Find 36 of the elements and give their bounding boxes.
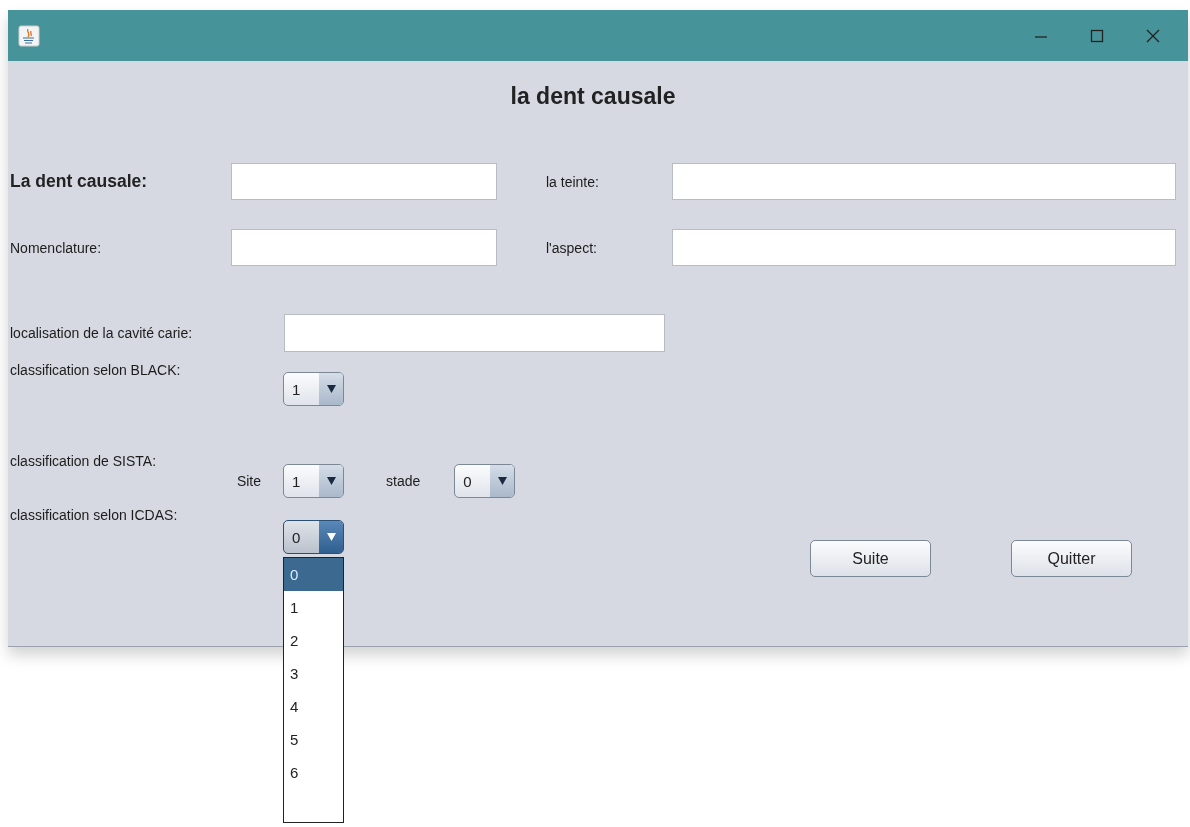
dropdown-option[interactable]: 0 xyxy=(284,558,343,591)
field-label: Nomenclature: xyxy=(10,239,103,256)
field-label: Site xyxy=(235,473,261,489)
text-field[interactable] xyxy=(231,163,497,200)
caret-icon xyxy=(326,385,336,393)
field-label: la teinte: xyxy=(546,173,600,190)
field-label: classification selon ICDAS: xyxy=(10,507,178,523)
field-label: classification selon BLACK: xyxy=(10,361,182,378)
action-button[interactable]: Suite xyxy=(810,540,931,577)
form-title: la dent causale xyxy=(510,82,676,110)
maximize-icon[interactable] xyxy=(1090,28,1104,43)
text-field[interactable] xyxy=(672,163,1176,200)
field-label: La dent causale: xyxy=(10,171,149,192)
dropdown[interactable]: 0 xyxy=(454,464,516,498)
dropdown-option[interactable]: 6 xyxy=(284,756,343,789)
dropdown-option[interactable]: 4 xyxy=(284,690,343,723)
dropdown-option[interactable]: 2 xyxy=(284,624,343,657)
action-button[interactable]: Quitter xyxy=(1011,540,1132,577)
text-field[interactable] xyxy=(672,229,1176,266)
text-field[interactable] xyxy=(284,314,665,352)
dropdown-option[interactable]: 3 xyxy=(284,657,343,690)
field-label: stade xyxy=(386,473,421,489)
caret-icon xyxy=(326,533,336,541)
close-icon[interactable] xyxy=(1146,28,1160,43)
field-label: classification de SISTA: xyxy=(10,453,157,469)
caret-icon xyxy=(326,477,336,485)
field-label: localisation de la cavité carie: xyxy=(10,325,194,341)
caret-icon xyxy=(497,477,507,485)
dropdown[interactable]: 1 xyxy=(283,464,344,498)
app-icon xyxy=(18,24,40,47)
dropdown-option[interactable]: 5 xyxy=(284,723,343,756)
text-field[interactable] xyxy=(231,229,497,266)
dropdown[interactable]: 1 xyxy=(283,372,344,406)
dropdown-option[interactable]: 1 xyxy=(284,591,343,624)
dropdown[interactable]: 0 xyxy=(283,520,344,554)
field-label: l'aspect: xyxy=(546,239,598,256)
